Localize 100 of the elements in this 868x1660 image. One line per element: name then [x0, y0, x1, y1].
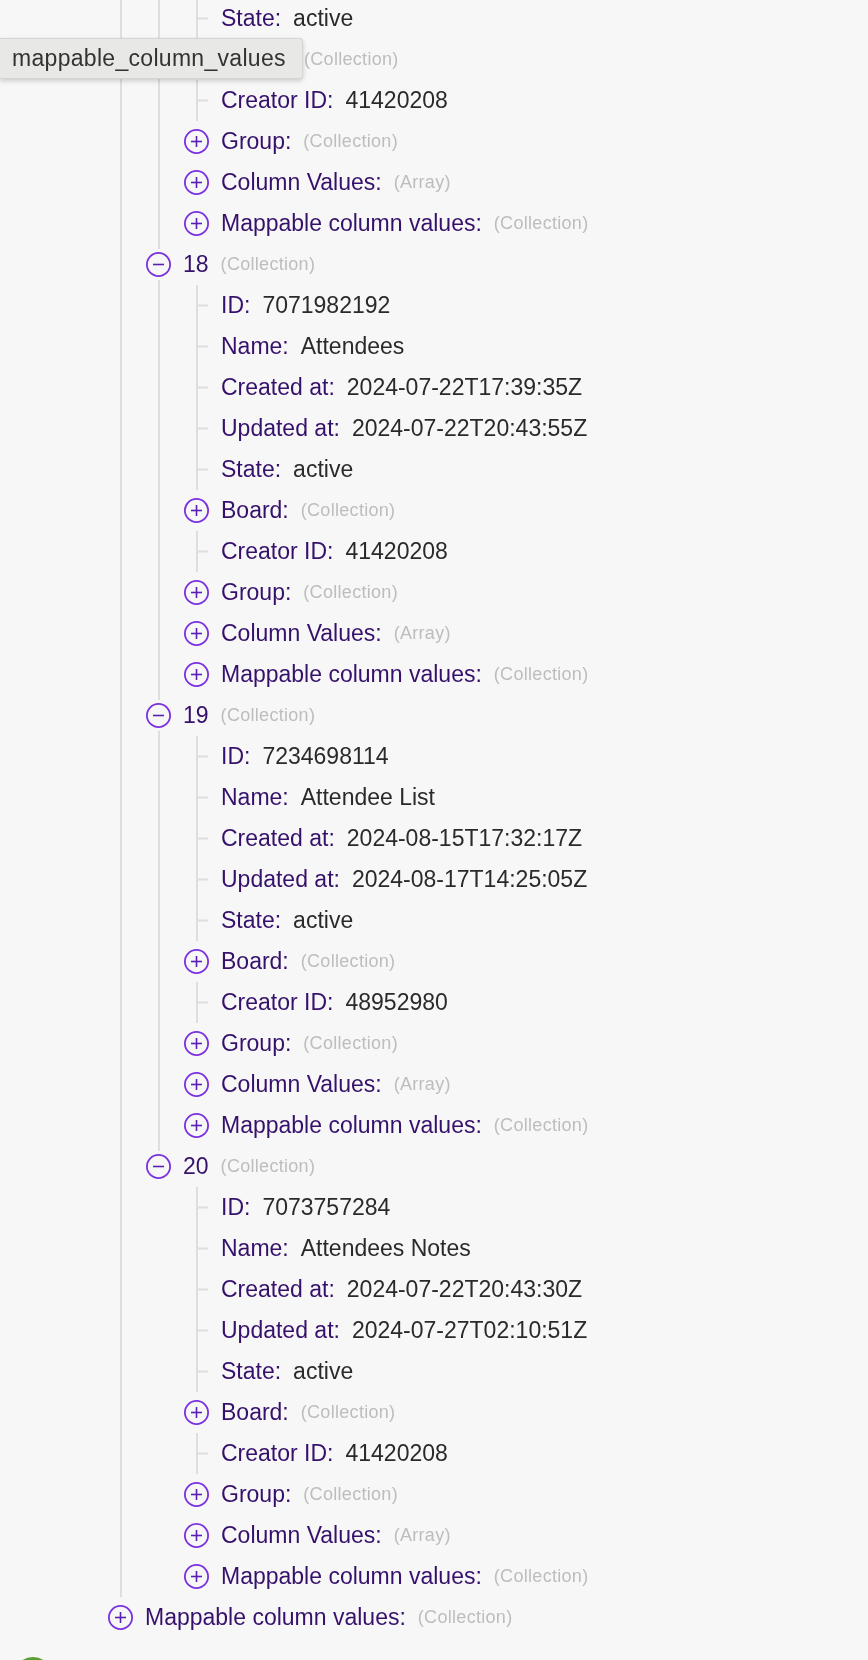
key-label: Creator ID: — [221, 989, 334, 1016]
key-label: Created at: — [221, 1276, 335, 1303]
plus-circle-icon[interactable] — [184, 662, 209, 687]
value-text: 2024-08-15T17:32:17Z — [346, 825, 583, 852]
plus-circle-icon[interactable] — [108, 1605, 133, 1630]
tree-connector-line — [195, 326, 208, 367]
type-hint: (Collection) — [303, 582, 398, 603]
value-text: 41420208 — [345, 538, 448, 565]
tree-connector-line — [195, 1433, 208, 1474]
key-label: Mappable column values: — [221, 210, 482, 237]
key-label: Updated at: — [221, 415, 340, 442]
tree-connector-line — [195, 367, 208, 408]
tree-connector-line — [195, 408, 208, 449]
tree-connector-line — [195, 859, 208, 900]
key-label: Column Values: — [221, 1071, 382, 1098]
key-label: Mappable column values: — [221, 1563, 482, 1590]
plus-circle-icon[interactable] — [184, 1072, 209, 1097]
value-text: 2024-08-17T14:25:05Z — [351, 866, 588, 893]
minus-circle-icon[interactable] — [146, 252, 171, 277]
key-label: Updated at: — [221, 866, 340, 893]
plus-circle-icon[interactable] — [184, 580, 209, 605]
value-text: 2024-07-22T20:43:55Z — [351, 415, 588, 442]
type-hint: (Collection) — [493, 664, 589, 685]
type-hint: (Array) — [393, 172, 451, 193]
tree-connector-line — [195, 818, 208, 859]
plus-circle-icon[interactable] — [184, 1564, 209, 1589]
tree-connector-line — [195, 1228, 208, 1269]
key-label: Created at: — [221, 825, 335, 852]
type-hint: (Collection) — [303, 1033, 398, 1054]
tree-connector-line — [195, 80, 208, 121]
key-label: Creator ID: — [221, 1440, 334, 1467]
key-label: State: — [221, 1358, 282, 1385]
key-label: State: — [221, 456, 282, 483]
value-text: 2024-07-22T20:43:30Z — [346, 1276, 583, 1303]
key-label: Group: — [221, 1481, 292, 1508]
plus-circle-icon[interactable] — [184, 170, 209, 195]
type-hint: (Collection) — [303, 131, 398, 152]
plus-circle-icon[interactable] — [184, 211, 209, 236]
key-label: Mappable column values: — [221, 1112, 482, 1139]
value-text: 7073757284 — [262, 1194, 391, 1221]
value-text: active — [293, 907, 354, 934]
type-hint: (Collection) — [300, 951, 396, 972]
value-text: Attendees — [300, 333, 405, 360]
tooltip: mappable_column_values — [0, 38, 303, 79]
key-label: Name: — [221, 1235, 289, 1262]
plus-circle-icon[interactable] — [184, 1031, 209, 1056]
type-hint: (Collection) — [300, 1402, 396, 1423]
value-text: active — [293, 1358, 354, 1385]
tree-connector-line — [195, 1351, 208, 1392]
key-label: Column Values: — [221, 620, 382, 647]
value-text: 41420208 — [345, 1440, 448, 1467]
tree-connector-line — [195, 900, 208, 941]
minus-circle-icon[interactable] — [146, 703, 171, 728]
type-hint: (Collection) — [220, 1156, 316, 1177]
plus-circle-icon[interactable] — [184, 949, 209, 974]
value-text: 7234698114 — [262, 743, 389, 770]
value-text: Attendees Notes — [300, 1235, 471, 1262]
tree-connector-line — [195, 1187, 208, 1228]
key-label: 19 — [183, 702, 209, 729]
key-label: ID: — [221, 1194, 251, 1221]
key-label: 18 — [183, 251, 209, 278]
value-text: Attendee List — [300, 784, 435, 811]
plus-circle-icon[interactable] — [184, 1482, 209, 1507]
plus-circle-icon[interactable] — [184, 621, 209, 646]
plus-circle-icon[interactable] — [184, 1523, 209, 1548]
key-label: Creator ID: — [221, 87, 334, 114]
key-label: Mappable column values: — [145, 1604, 406, 1631]
plus-circle-icon[interactable] — [184, 129, 209, 154]
plus-circle-icon[interactable] — [184, 498, 209, 523]
value-text: 7071982192 — [262, 292, 391, 319]
key-label: Created at: — [221, 374, 335, 401]
key-label: State: — [221, 907, 282, 934]
key-label: Name: — [221, 333, 289, 360]
tree-connector-line — [195, 982, 208, 1023]
tree-connector-line — [195, 0, 208, 39]
key-label: 20 — [183, 1153, 209, 1180]
type-hint: (Collection) — [417, 1607, 513, 1628]
plus-circle-icon[interactable] — [184, 1400, 209, 1425]
type-hint: (Collection) — [220, 705, 316, 726]
tree-connector-line — [195, 736, 208, 777]
type-hint: (Collection) — [303, 1484, 398, 1505]
type-hint: (Collection) — [493, 1566, 589, 1587]
value-text: 2024-07-27T02:10:51Z — [351, 1317, 588, 1344]
key-label: ID: — [221, 743, 251, 770]
key-label: Column Values: — [221, 1522, 382, 1549]
type-hint: (Collection) — [300, 500, 396, 521]
plus-circle-icon[interactable] — [184, 1113, 209, 1138]
value-text: active — [293, 5, 354, 32]
value-text: 41420208 — [345, 87, 448, 114]
value-text: 48952980 — [345, 989, 448, 1016]
minus-circle-icon[interactable] — [146, 1154, 171, 1179]
key-label: State: — [221, 5, 282, 32]
type-hint: (Collection) — [493, 213, 589, 234]
tree-connector-line — [195, 531, 208, 572]
key-label: Board: — [221, 948, 289, 975]
key-label: Board: — [221, 1399, 289, 1426]
key-label: Updated at: — [221, 1317, 340, 1344]
tree-connector-line — [195, 777, 208, 818]
key-label: Name: — [221, 784, 289, 811]
type-hint: (Array) — [393, 1525, 451, 1546]
